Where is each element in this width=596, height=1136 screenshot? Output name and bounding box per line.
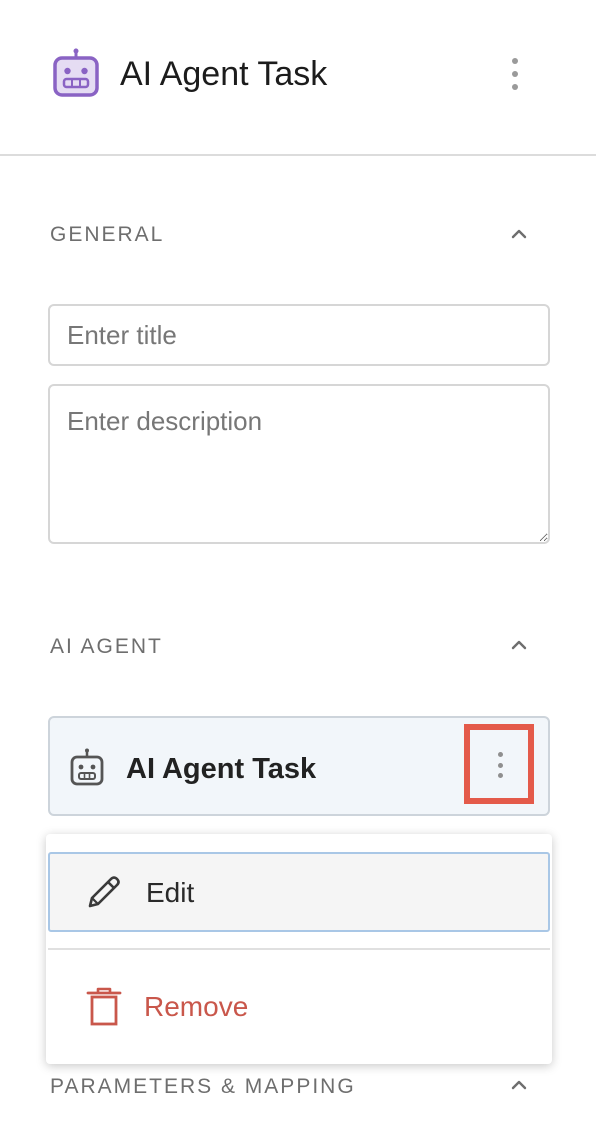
- menu-item-label: Remove: [144, 991, 249, 1022]
- chevron-up-icon[interactable]: [508, 223, 530, 245]
- agent-card-title: AI Agent Task: [126, 753, 317, 785]
- chevron-up-icon[interactable]: [508, 634, 530, 656]
- robot-icon: [53, 48, 99, 97]
- trash-icon: [86, 987, 122, 1026]
- ai-agent-task-panel: AI Agent Task GENERAL AI AGENT AI Agent …: [0, 0, 596, 1136]
- menu-item-edit[interactable]: Edit: [48, 852, 550, 932]
- menu-item-remove[interactable]: Remove: [48, 956, 550, 1056]
- section-title-ai-agent: AI AGENT: [50, 635, 163, 658]
- more-vertical-icon[interactable]: [496, 752, 504, 778]
- section-title-parameters: PARAMETERS & MAPPING: [50, 1075, 356, 1098]
- agent-card-menu-button[interactable]: [464, 724, 534, 804]
- robot-icon: [70, 748, 104, 786]
- more-vertical-icon[interactable]: [508, 58, 522, 90]
- section-title-general: GENERAL: [50, 223, 165, 246]
- panel-header: AI Agent Task: [0, 0, 596, 156]
- page-title: AI Agent Task: [120, 55, 328, 93]
- title-input[interactable]: [48, 304, 550, 366]
- agent-context-menu: Edit Remove: [46, 834, 552, 1064]
- pencil-icon: [88, 876, 120, 908]
- chevron-up-icon[interactable]: [508, 1074, 530, 1096]
- description-input[interactable]: [48, 384, 550, 544]
- menu-divider: [48, 948, 550, 950]
- ai-agent-card[interactable]: AI Agent Task: [48, 716, 550, 816]
- menu-item-label: Edit: [146, 877, 195, 908]
